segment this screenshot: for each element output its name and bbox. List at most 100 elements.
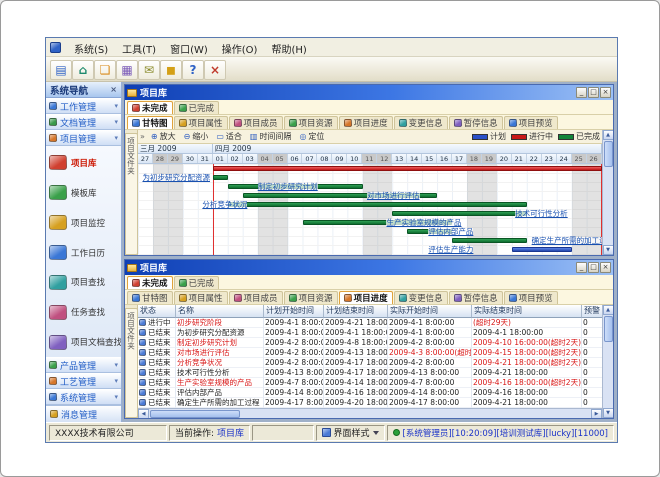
scrollbar-thumb[interactable] — [604, 316, 613, 342]
scroll-left-icon[interactable]: ◀ — [138, 409, 149, 419]
gantt-bar[interactable] — [213, 166, 602, 171]
nav-item-template-library[interactable]: 模板库 — [46, 178, 121, 208]
task-label[interactable]: 确定生产所需的加工过程 — [532, 237, 602, 245]
view-tab-3[interactable]: 项目资源 — [284, 291, 338, 304]
nav-item-task-search[interactable]: 任务查找 — [46, 297, 121, 327]
nav-item-project-monitor[interactable]: 项目监控 — [46, 208, 121, 238]
nav-group-process-icon[interactable]: 工艺管理▾ — [46, 373, 121, 389]
view-tab-3[interactable]: 项目资源 — [284, 116, 338, 129]
scrollbar-thumb[interactable] — [604, 141, 613, 167]
scrollbar-thumb[interactable] — [150, 410, 240, 418]
task-label[interactable]: 对市场进行评估 — [367, 192, 420, 200]
menu-item-0[interactable]: 系统(S) — [67, 44, 115, 57]
ui-style-selector[interactable]: 界面样式 — [316, 425, 385, 441]
fit-icon-button[interactable]: ▭适合 — [214, 131, 244, 142]
column-header-5[interactable]: 实际结束时间 — [472, 305, 582, 318]
nav-group-document-icon[interactable]: 文档管理▾ — [46, 114, 121, 130]
menu-item-2[interactable]: 窗口(W) — [163, 44, 215, 57]
gantt-chart[interactable]: 为初步研究分配资源制定初步研究计划对市场进行评估分析竞争状况技术可行性分析生产实… — [138, 164, 602, 255]
view-tab-7[interactable]: 项目预览 — [504, 291, 558, 304]
gantt-bar[interactable] — [392, 211, 527, 216]
window-icon-button[interactable]: ❏ — [94, 60, 116, 80]
nav-group-project-icon[interactable]: 项目管理▾ — [46, 130, 121, 146]
task-label[interactable]: 技术可行性分析 — [515, 210, 568, 218]
status-tab-0[interactable]: 未完成 — [127, 276, 173, 289]
zoom-out-icon-button[interactable]: ⊖缩小 — [182, 131, 211, 142]
column-header-6[interactable]: 预警 — [582, 305, 602, 318]
close-icon[interactable]: × — [600, 87, 611, 98]
toolbar-overflow-icon[interactable]: » — [140, 132, 145, 141]
scroll-up-icon[interactable]: ▲ — [603, 305, 614, 315]
table-row-8[interactable]: 已结束确定生产所需的加工过程2009-4-17 8:00:002009-4-20… — [138, 398, 602, 408]
lock-icon-button[interactable]: ◼ — [160, 60, 182, 80]
minimize-icon[interactable]: _ — [576, 262, 587, 273]
task-label[interactable]: 为初步研究分配资源 — [142, 174, 210, 182]
maximize-icon[interactable]: □ — [588, 262, 599, 273]
nav-item-project-search[interactable]: 项目查找 — [46, 267, 121, 297]
scroll-right-icon[interactable]: ▶ — [591, 409, 602, 419]
view-tab-0[interactable]: 甘特图 — [127, 116, 173, 129]
table-row-5[interactable]: 已结束技术可行性分析2009-4-13 8:00:002009-4-17 18:… — [138, 368, 602, 378]
sidebar-tab-messages[interactable]: 消息管理 — [46, 405, 121, 422]
table-row-6[interactable]: 已结束生产实验室规模的产品2009-4-7 8:00:002009-4-14 1… — [138, 378, 602, 388]
exit-icon-button[interactable]: × — [204, 60, 226, 80]
window-titlebar[interactable]: 项目库 _□× — [125, 85, 613, 100]
scroll-up-icon[interactable]: ▲ — [603, 130, 614, 140]
view-tab-4[interactable]: 项目进度 — [339, 291, 393, 304]
maximize-icon[interactable]: □ — [588, 87, 599, 98]
view-tab-7[interactable]: 项目预览 — [504, 116, 558, 129]
nav-item-work-calendar[interactable]: 工作日历 — [46, 238, 121, 268]
column-header-2[interactable]: 计划开始时间 — [264, 305, 324, 318]
close-icon[interactable]: × — [110, 85, 117, 94]
gantt-bar[interactable] — [228, 202, 527, 207]
view-tab-4[interactable]: 项目进度 — [339, 116, 393, 129]
view-tab-5[interactable]: 变更信息 — [394, 291, 448, 304]
table-row-4[interactable]: 已结束分析竞争状况2009-4-2 8:00:002009-4-17 18:00… — [138, 358, 602, 368]
nav-group-system-icon[interactable]: 系统管理▾ — [46, 389, 121, 405]
task-label[interactable]: 评估内部产品 — [428, 228, 473, 236]
minimize-icon[interactable]: _ — [576, 87, 587, 98]
nav-item-project-doc-search[interactable]: 项目文档查找 — [46, 327, 121, 357]
horizontal-scrollbar[interactable]: ◀ ▶ — [138, 408, 602, 418]
status-tab-0[interactable]: 未完成 — [127, 101, 173, 114]
column-header-1[interactable]: 名称 — [176, 305, 264, 318]
chart-icon-button[interactable]: ▦ — [116, 60, 138, 80]
vertical-scrollbar[interactable]: ▲ ▼ — [602, 305, 613, 418]
view-tab-2[interactable]: 项目成员 — [229, 291, 283, 304]
gantt-bar[interactable] — [512, 247, 572, 252]
table-row-3[interactable]: 已结束对市场进行评估2009-4-2 8:00:002009-4-13 18:0… — [138, 348, 602, 358]
task-label[interactable]: 评估生产能力 — [428, 246, 473, 254]
nav-group-product-icon[interactable]: 产品管理▾ — [46, 357, 121, 373]
task-label[interactable]: 制定初步研究计划 — [258, 183, 318, 191]
gantt-bar[interactable] — [452, 238, 527, 243]
table-row-7[interactable]: 已结束评估内部产品2009-4-14 8:00:002009-4-16 18:0… — [138, 388, 602, 398]
locate-icon-button[interactable]: ◎定位 — [297, 131, 326, 142]
side-tab-project-folders[interactable]: 项目文件夹 — [125, 130, 138, 255]
status-tab-1[interactable]: 已完成 — [174, 101, 220, 114]
nav-group-work-icon[interactable]: 工作管理▾ — [46, 98, 121, 114]
view-tab-1[interactable]: 项目属性 — [174, 116, 228, 129]
close-icon[interactable]: × — [600, 262, 611, 273]
status-tab-1[interactable]: 已完成 — [174, 276, 220, 289]
time-interval-icon-button[interactable]: ▥时间间隔 — [248, 131, 294, 142]
mail-icon-button[interactable]: ✉ — [138, 60, 160, 80]
view-tab-6[interactable]: 暂停信息 — [449, 291, 503, 304]
view-tab-1[interactable]: 项目属性 — [174, 291, 228, 304]
table-row-1[interactable]: 已结束为初步研究分配资源2009-4-1 8:00:002009-4-1 18:… — [138, 328, 602, 338]
table-row-2[interactable]: 已结束制定初步研究计划2009-4-2 8:00:002009-4-8 18:0… — [138, 338, 602, 348]
column-header-4[interactable]: 实际开始时间 — [388, 305, 472, 318]
zoom-in-icon-button[interactable]: ⊕放大 — [149, 131, 178, 142]
scroll-down-icon[interactable]: ▼ — [603, 245, 614, 255]
home-icon-button[interactable]: ⌂ — [72, 60, 94, 80]
help-icon-button[interactable]: ? — [182, 60, 204, 80]
view-tab-5[interactable]: 变更信息 — [394, 116, 448, 129]
save-icon-button[interactable]: ▤ — [50, 60, 72, 80]
view-tab-6[interactable]: 暂停信息 — [449, 116, 503, 129]
side-tab-project-folders[interactable]: 项目文件夹 — [125, 305, 138, 418]
table-row-0[interactable]: 进行中初步研究阶段2009-4-1 8:00:002009-4-21 18:00… — [138, 318, 602, 328]
gantt-bar[interactable] — [213, 175, 228, 180]
nav-item-project-library[interactable]: 项目库 — [46, 148, 121, 178]
scroll-down-icon[interactable]: ▼ — [603, 408, 614, 418]
vertical-scrollbar[interactable]: ▲ ▼ — [602, 130, 613, 255]
task-label[interactable]: 生产实验室规模的产品 — [386, 219, 461, 227]
